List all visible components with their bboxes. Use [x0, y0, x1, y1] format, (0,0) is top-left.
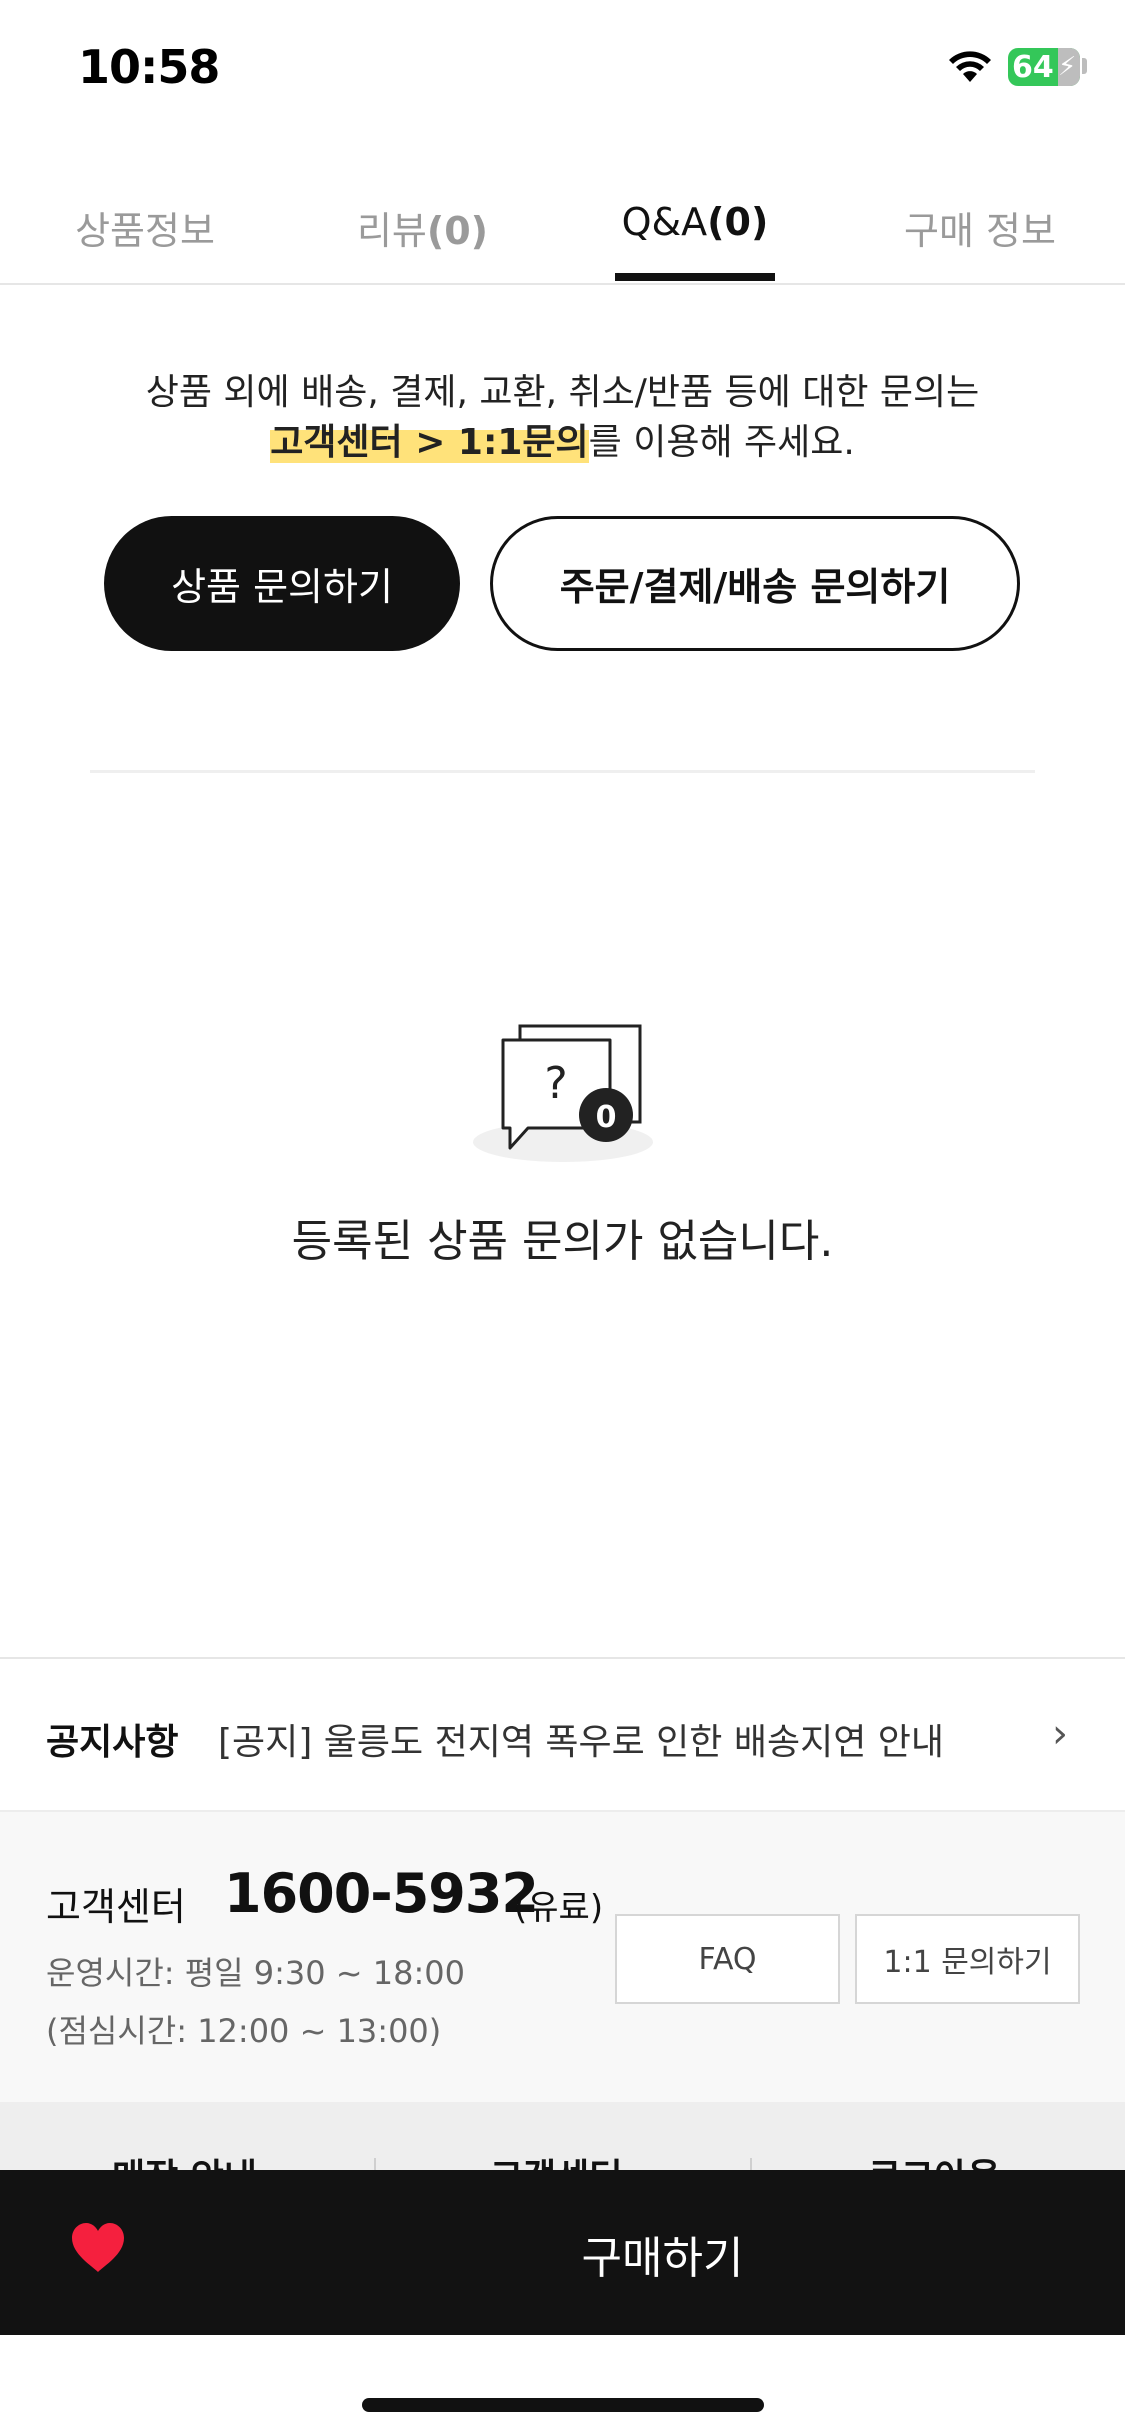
- order-inquiry-button[interactable]: 주문/결제/배송 문의하기: [490, 516, 1020, 651]
- guide-line-1: 상품 외에 배송, 결제, 교환, 취소/반품 등에 대한 문의는: [145, 372, 980, 413]
- notice-label: 공지사항: [46, 1722, 179, 1763]
- faq-button[interactable]: FAQ: [615, 1914, 840, 2004]
- guide-line-2-rest: 를 이용해 주세요.: [588, 422, 855, 463]
- cs-paid-note: (유료): [514, 1888, 604, 1928]
- wifi-icon: [949, 51, 991, 82]
- cs-label: 고객센터: [46, 1885, 186, 1929]
- tab-purchase-info[interactable]: 구매 정보: [890, 200, 1070, 285]
- active-tab-indicator: [615, 273, 775, 281]
- buy-button[interactable]: 구매하기: [180, 2170, 1125, 2335]
- guide-line-2: 고객센터 > 1:1문의를 이용해 주세요.: [0, 418, 1125, 468]
- footer-link-store[interactable]: 매장 안내: [112, 2148, 257, 2172]
- tab-label: 리뷰: [356, 209, 427, 253]
- cs-phone[interactable]: 1600-5932: [224, 1862, 539, 1925]
- cs-link-highlight[interactable]: 고객센터 > 1:1문의: [270, 422, 589, 463]
- tab-label: 구매 정보: [904, 209, 1056, 253]
- empty-qna-icon: ? 0: [473, 1024, 653, 1162]
- product-inquiry-button[interactable]: 상품 문의하기: [104, 516, 460, 651]
- bottom-purchase-bar: 구매하기: [0, 2170, 1125, 2335]
- home-indicator: [362, 2398, 764, 2412]
- notice-row[interactable]: 공지사항 [공지] 울릉도 전지역 폭우로 인한 배송지연 안내 ›: [0, 1657, 1125, 1812]
- qna-guide-text: 상품 외에 배송, 결제, 교환, 취소/반품 등에 대한 문의는 고객센터 >…: [0, 368, 1125, 468]
- divider: [90, 770, 1035, 773]
- empty-message: 등록된 상품 문의가 없습니다.: [291, 1216, 834, 1267]
- tab-count: (0): [426, 209, 489, 253]
- footer-link-cs[interactable]: 고객센터: [490, 2148, 622, 2172]
- cs-hours: 운영시간: 평일 9:30 ~ 18:00: [46, 1954, 465, 1992]
- chevron-right-icon: ›: [1052, 1711, 1068, 1757]
- one-to-one-inquiry-button[interactable]: 1:1 문의하기: [855, 1914, 1080, 2004]
- buy-label: 구매하기: [581, 2233, 744, 2284]
- tab-review[interactable]: 리뷰(0): [340, 200, 505, 285]
- battery-level: 64: [1012, 50, 1054, 85]
- battery-icon: 64 ⚡: [1008, 48, 1080, 86]
- question-mark: ?: [544, 1058, 567, 1109]
- tab-label: Q&A: [621, 200, 708, 244]
- status-bar: 10:58 64 ⚡: [0, 0, 1125, 140]
- footer-links: 매장 안내 고객센터 로그아웃: [0, 2102, 1125, 2172]
- customer-center: 고객센터 1600-5932 (유료) 운영시간: 평일 9:30 ~ 18:0…: [0, 1812, 1125, 2102]
- status-time: 10:58: [78, 40, 220, 94]
- tab-count: (0): [707, 200, 769, 244]
- notice-text: [공지] 울릉도 전지역 폭우로 인한 배송지연 안내: [218, 1722, 945, 1763]
- empty-count: 0: [596, 1100, 617, 1135]
- cs-lunch: (점심시간: 12:00 ~ 13:00): [46, 2012, 442, 2050]
- tab-label: 상품정보: [75, 209, 215, 253]
- footer-link-logout[interactable]: 로그아웃: [868, 2148, 1000, 2172]
- product-tabs: 상품정보 리뷰(0) Q&A(0) 구매 정보: [0, 180, 1125, 285]
- tab-product-info[interactable]: 상품정보: [60, 200, 230, 285]
